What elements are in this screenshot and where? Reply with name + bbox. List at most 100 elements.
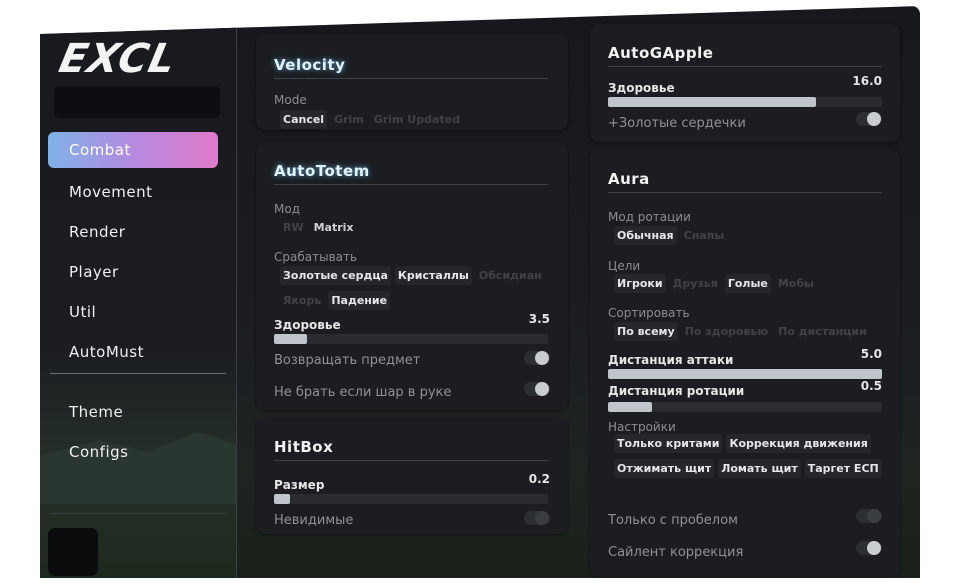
sidebar-divider <box>50 373 226 374</box>
attack-distance-value: 5.0 <box>860 347 882 361</box>
settings-option-break-shield[interactable]: Ломать щит <box>718 459 801 478</box>
mode-option-grim[interactable]: Grim <box>331 110 367 129</box>
trigger-option-obsidian[interactable]: Обсидиан <box>476 266 545 285</box>
trigger-options: Золотые сердца Кристаллы Обсидиан Якорь … <box>280 266 546 310</box>
target-option-friends[interactable]: Друзья <box>670 274 721 293</box>
module-title-divider <box>274 460 548 461</box>
module-title: AutoTotem <box>274 162 370 180</box>
nav-item-render[interactable]: Render <box>48 212 218 252</box>
hitbox-module: HitBox Размер 0.2 Невидимые <box>256 418 568 534</box>
sort-options: По всему По здоровью По дистанции <box>614 322 870 341</box>
module-title: AutoGApple <box>608 44 714 62</box>
health-slider[interactable] <box>274 334 548 344</box>
settings-label: Настройки <box>608 420 676 434</box>
sidebar: EXCL Combat Movement Render Player Util … <box>40 6 237 578</box>
return-item-label: Возвращать предмет <box>274 353 421 368</box>
size-slider-fill <box>274 494 291 504</box>
settings-option-crits-only[interactable]: Только критами <box>614 434 723 453</box>
rotation-distance-value: 0.5 <box>860 379 882 393</box>
rotation-mode-options: Обычная Снапы <box>614 226 727 245</box>
module-title-divider <box>608 66 882 67</box>
toggle-knob <box>535 382 549 396</box>
mode-label: Mode <box>274 93 307 107</box>
mode-option-rw[interactable]: RW <box>280 218 307 237</box>
nav-item-movement[interactable]: Movement <box>48 172 218 212</box>
silent-correction-label: Сайлент коррекция <box>608 545 744 560</box>
space-only-label: Только с пробелом <box>608 513 738 528</box>
velocity-module: Velocity Mode Cancel Grim Grim Updated <box>256 34 568 130</box>
size-slider[interactable] <box>274 494 548 504</box>
nav-item-configs[interactable]: Configs <box>48 432 218 472</box>
trigger-option-golden-hearts[interactable]: Золотые сердца <box>280 266 391 285</box>
avatar[interactable] <box>48 528 98 576</box>
mode-option-cancel[interactable]: Cancel <box>280 110 328 129</box>
sort-option-distance[interactable]: По дистанции <box>775 322 870 341</box>
rotation-option-normal[interactable]: Обычная <box>614 226 677 245</box>
app-window: EXCL Combat Movement Render Player Util … <box>40 6 920 578</box>
targets-options: Игроки Друзья Голые Мобы <box>614 274 817 293</box>
mode-option-matrix[interactable]: Matrix <box>311 218 357 237</box>
no-ball-label: Не брать если шар в руке <box>274 385 452 400</box>
module-title: Velocity <box>274 56 346 74</box>
size-value: 0.2 <box>528 472 550 486</box>
silent-correction-toggle[interactable] <box>856 541 882 555</box>
toggle-knob <box>867 112 881 126</box>
toggle-knob <box>867 509 881 523</box>
health-slider-fill <box>608 97 817 107</box>
rotation-distance-slider-fill <box>608 402 652 412</box>
logo-text: EXCL <box>55 36 181 82</box>
golden-hearts-toggle[interactable] <box>856 112 882 126</box>
category-nav: Combat Movement Render Player Util AutoM… <box>48 132 218 372</box>
search-input[interactable] <box>54 86 220 118</box>
mode-options: Cancel Grim Grim Updated <box>280 110 463 129</box>
space-only-toggle[interactable] <box>856 509 882 523</box>
toggle-knob <box>535 511 549 525</box>
target-option-mobs[interactable]: Мобы <box>775 274 817 293</box>
no-ball-toggle[interactable] <box>524 382 550 396</box>
settings-option-unpress-shield[interactable]: Отжимать щит <box>614 459 715 478</box>
target-option-naked[interactable]: Голые <box>724 274 771 293</box>
toggle-knob <box>867 541 881 555</box>
module-title-divider <box>274 184 548 185</box>
settings-nav: Theme Configs <box>48 392 218 472</box>
settings-option-movement-correction[interactable]: Коррекция движения <box>726 434 871 453</box>
sort-option-health[interactable]: По здоровью <box>682 322 771 341</box>
nav-item-player[interactable]: Player <box>48 252 218 292</box>
module-title-divider <box>274 78 548 79</box>
mode-option-grim-updated[interactable]: Grim Updated <box>371 110 463 129</box>
rotation-distance-slider[interactable] <box>608 402 882 412</box>
rotation-option-snaps[interactable]: Снапы <box>681 226 728 245</box>
module-title: HitBox <box>274 438 334 456</box>
golden-hearts-label: +Золотые сердечки <box>608 116 746 131</box>
sort-option-all[interactable]: По всему <box>614 322 678 341</box>
attack-distance-label: Дистанция аттаки <box>608 353 734 367</box>
return-item-toggle[interactable] <box>524 351 550 365</box>
rotation-mode-label: Мод ротации <box>608 210 691 224</box>
autogapple-module: AutoGApple Здоровье 16.0 +Золотые сердеч… <box>590 24 900 142</box>
logo: EXCL <box>55 36 200 82</box>
health-slider-fill <box>274 334 307 344</box>
nav-item-combat[interactable]: Combat <box>48 132 218 168</box>
health-slider[interactable] <box>608 97 882 107</box>
nav-item-util[interactable]: Util <box>48 292 218 332</box>
trigger-option-crystals[interactable]: Кристаллы <box>394 266 472 285</box>
module-title: Aura <box>608 170 650 188</box>
invisible-toggle[interactable] <box>524 511 550 525</box>
health-label: Здоровье <box>274 318 341 332</box>
rotation-distance-label: Дистанция ротации <box>608 384 745 398</box>
attack-distance-slider[interactable] <box>608 369 882 379</box>
settings-option-target-esp[interactable]: Таргет ЕСП <box>804 459 882 478</box>
health-value: 3.5 <box>528 312 550 326</box>
settings-options: Только критами Коррекция движения Отжима… <box>614 434 884 478</box>
target-option-players[interactable]: Игроки <box>614 274 666 293</box>
nav-item-automust[interactable]: AutoMust <box>48 332 218 372</box>
nav-item-theme[interactable]: Theme <box>48 392 218 432</box>
module-title-divider <box>608 192 882 193</box>
size-label: Размер <box>274 478 325 492</box>
trigger-option-anchor[interactable]: Якорь <box>280 291 324 310</box>
mode-label: Мод <box>274 202 300 216</box>
toggle-knob <box>535 351 549 365</box>
trigger-option-fall[interactable]: Падение <box>328 291 391 310</box>
trigger-label: Срабатывать <box>274 250 358 264</box>
health-label: Здоровье <box>608 81 675 95</box>
